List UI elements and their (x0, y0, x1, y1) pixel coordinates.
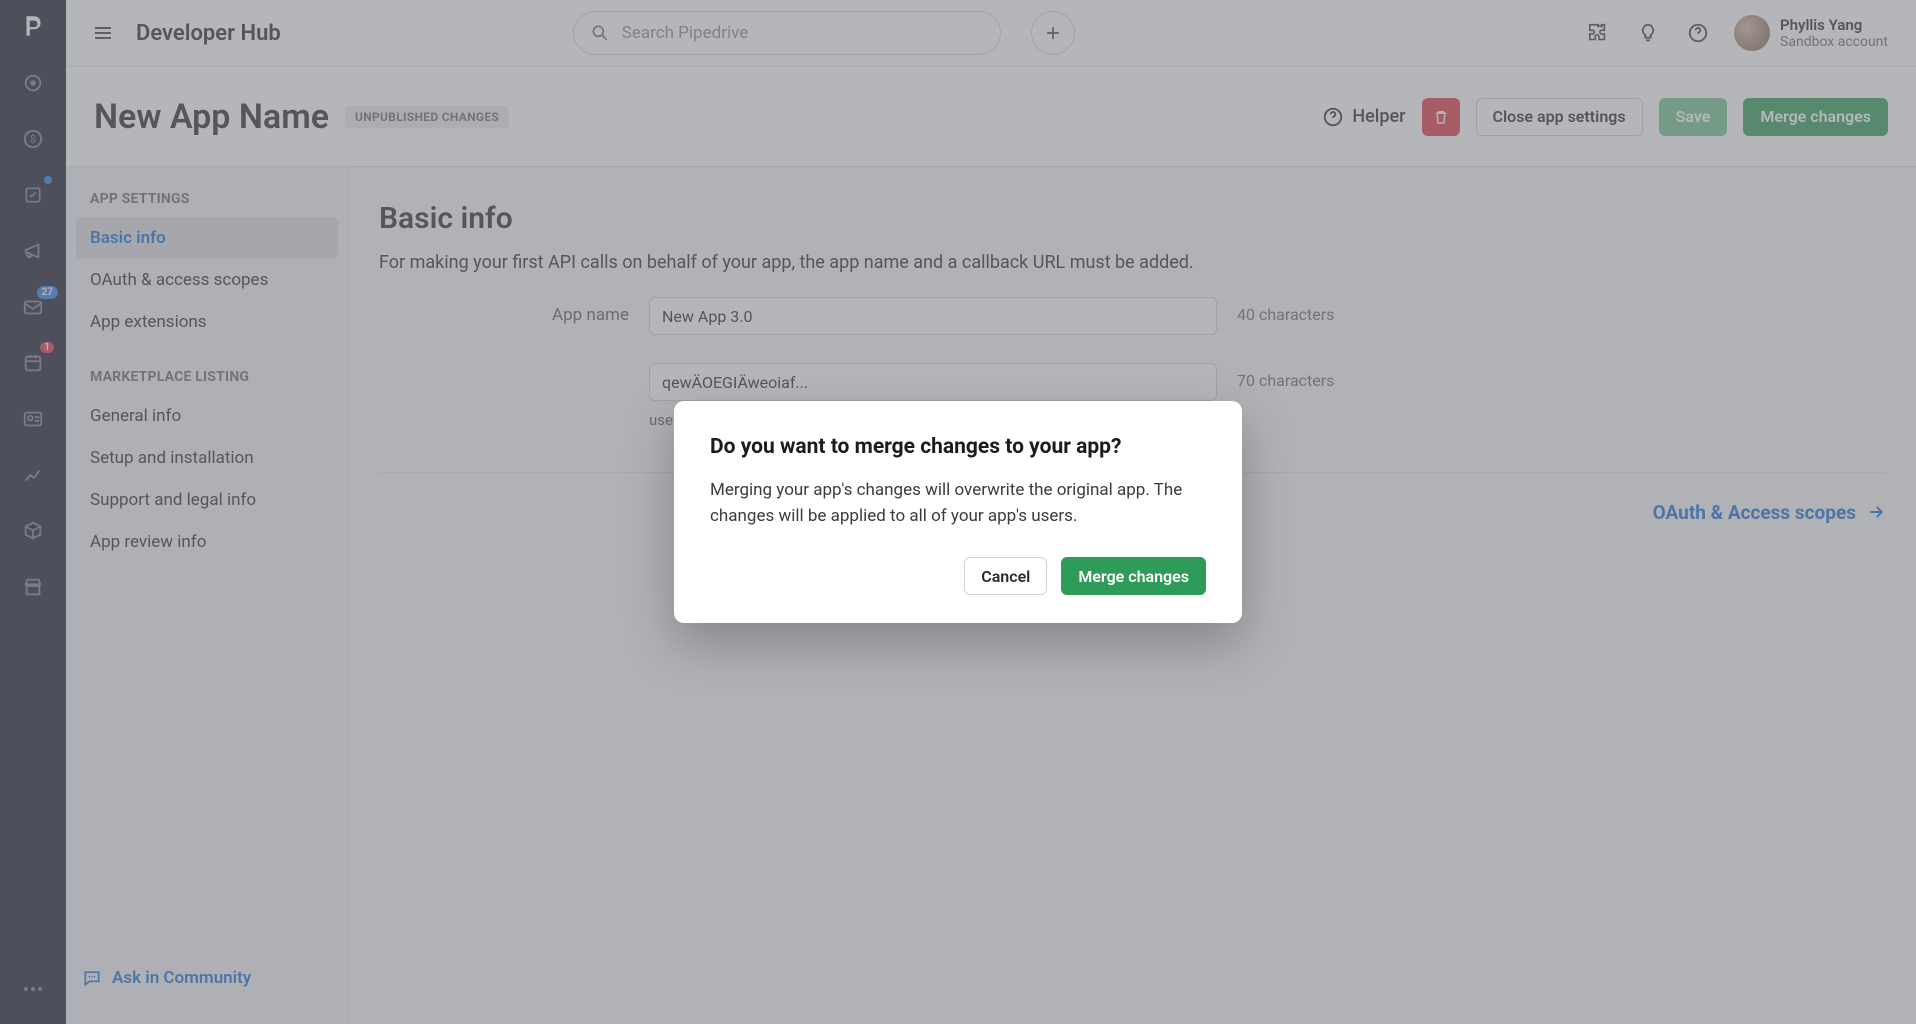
merge-confirm-modal: Do you want to merge changes to your app… (674, 401, 1242, 624)
modal-scrim[interactable]: Do you want to merge changes to your app… (0, 0, 1916, 1024)
modal-cancel-button[interactable]: Cancel (964, 557, 1047, 595)
modal-merge-button[interactable]: Merge changes (1061, 557, 1206, 595)
modal-title: Do you want to merge changes to your app… (710, 435, 1206, 459)
modal-actions: Cancel Merge changes (710, 557, 1206, 595)
modal-body: Merging your app's changes will overwrit… (710, 477, 1206, 530)
